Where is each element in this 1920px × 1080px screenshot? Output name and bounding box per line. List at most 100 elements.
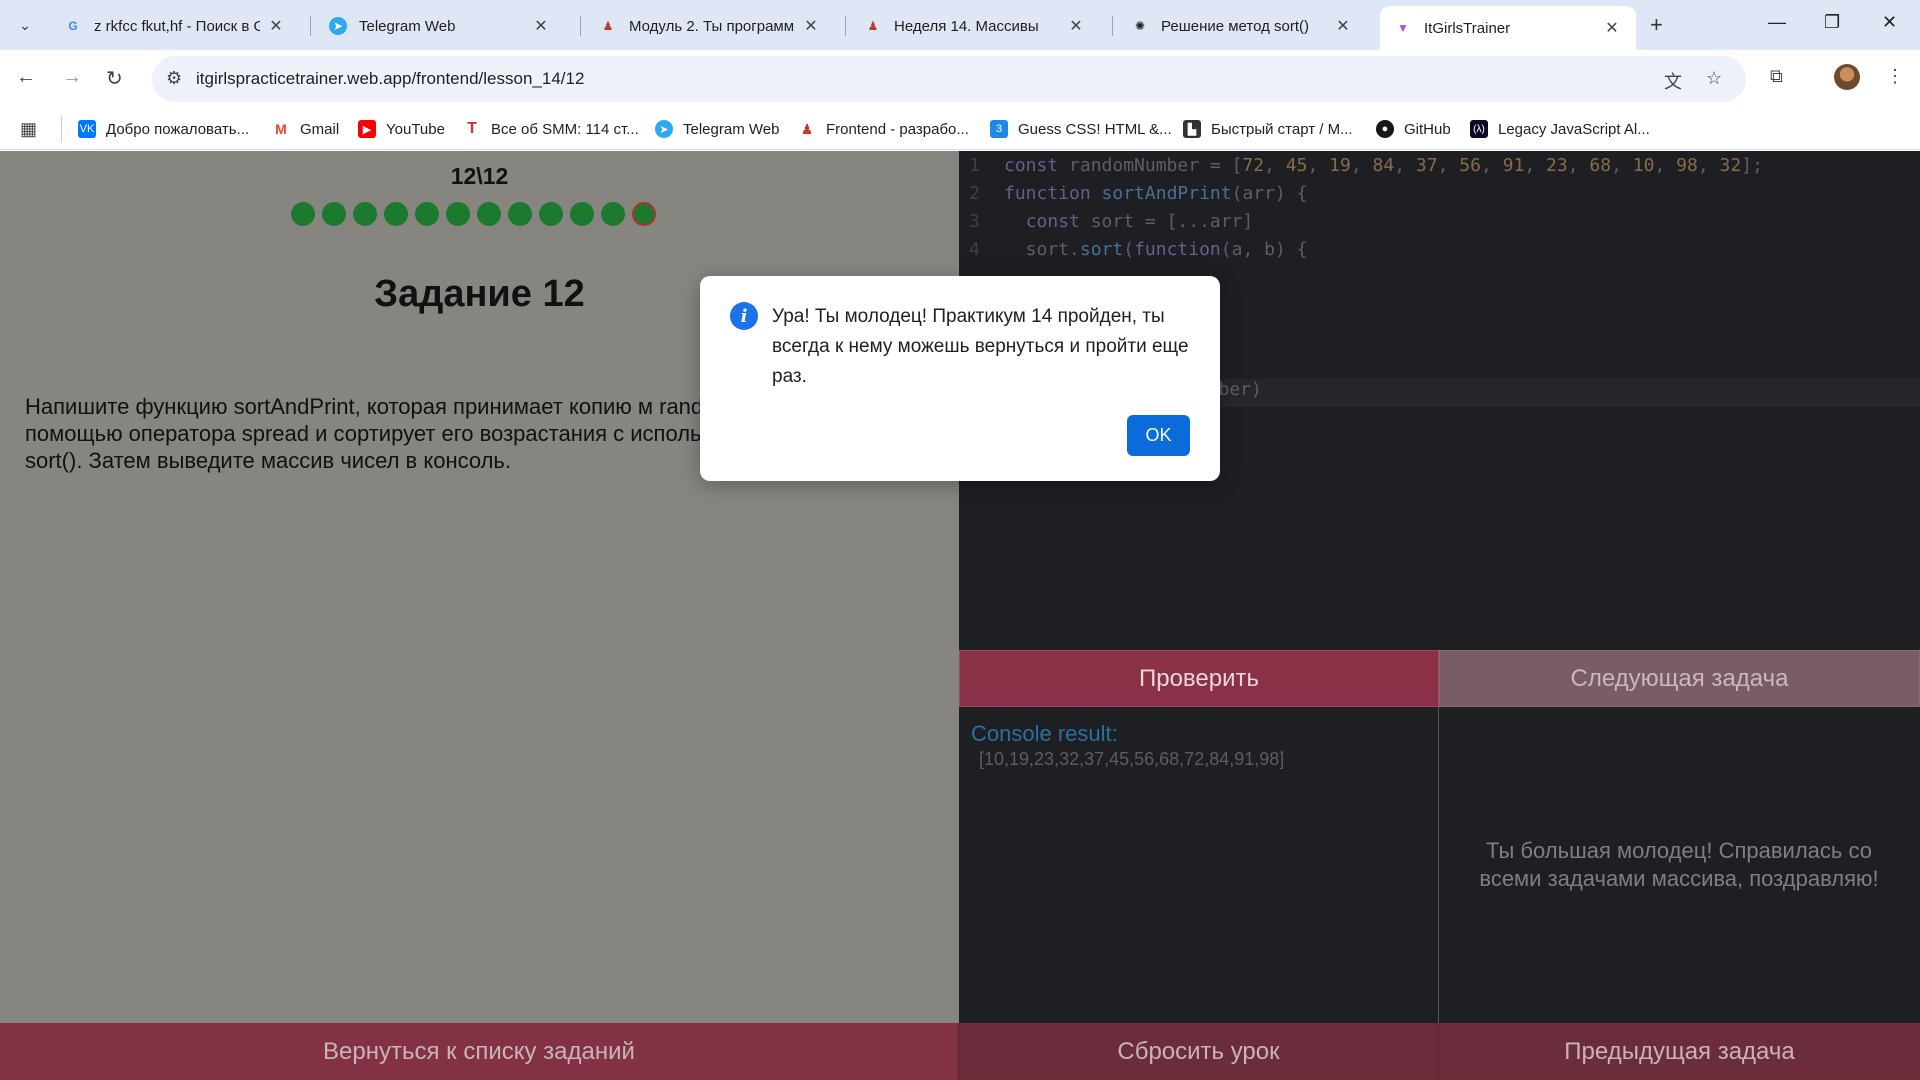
tab-week-14[interactable]: ♟ Неделя 14. Массивы ✕ <box>850 6 1100 46</box>
tab-title: z rkfcc fkut,hf - Поиск в Google <box>94 17 260 35</box>
it-girls-icon: ♟ <box>867 19 879 33</box>
code-text: function sortAndPrint(arr) { <box>1004 183 1308 204</box>
progress-dot[interactable] <box>477 202 501 226</box>
it-girls-icon: ♟ <box>602 19 614 33</box>
dialog-message: Ура! Ты молодец! Практикум 14 пройден, т… <box>772 306 1189 387</box>
bookmark-gmail[interactable]: M Gmail <box>272 116 339 142</box>
tab-itgirlstrainer[interactable]: ▼ ItGirlsTrainer ✕ <box>1380 6 1636 50</box>
url-text[interactable]: itgirlspracticetrainer.web.app/frontend/… <box>196 69 584 89</box>
console-output: [10,19,23,32,37,45,56,68,72,84,91,98] <box>979 749 1285 769</box>
close-icon[interactable]: ✕ <box>531 16 551 36</box>
vk-icon: VK <box>78 120 96 138</box>
tab-title: Telegram Web <box>359 17 456 35</box>
check-button[interactable]: Проверить <box>959 650 1439 707</box>
browser-toolbar: ← → ↻ ⚙ itgirlspracticetrainer.web.app/f… <box>0 50 1920 108</box>
bookmark-label: Все об SMM: 114 ст... <box>491 120 639 138</box>
progress-dot[interactable] <box>601 202 625 226</box>
console-label: Console result: <box>971 721 1118 746</box>
alert-dialog: i Ура! Ты молодец! Практикум 14 пройден,… <box>700 276 1220 481</box>
ok-button[interactable]: OK <box>1127 415 1190 456</box>
site-info-icon[interactable]: ⚙ <box>166 68 182 89</box>
progress-counter: 12\12 <box>450 163 509 189</box>
tab-bar: ⌄ G z rkfcc fkut,hf - Поиск в Google ✕ ➤… <box>0 0 1920 50</box>
telegram-icon: ➤ <box>329 17 347 35</box>
translate-icon[interactable]: 文 <box>1664 68 1682 94</box>
back-to-tasks-button[interactable]: Вернуться к списку заданий <box>0 1023 959 1080</box>
previous-task-button[interactable]: Предыдущая задача <box>1439 1023 1920 1080</box>
bookmark-vk[interactable]: VK Добро пожаловать... <box>78 116 249 142</box>
code-line[interactable]: 2 function sortAndPrint(arr) { <box>959 183 1920 211</box>
progress-dot[interactable] <box>570 202 594 226</box>
progress-dot[interactable] <box>415 202 439 226</box>
avatar[interactable] <box>1834 64 1860 90</box>
bookmark-frontend[interactable]: ♟ Frontend - разрабо... <box>798 116 969 142</box>
code-text: const sort = [...arr] <box>1025 211 1254 232</box>
code-line[interactable]: 3 const sort = [...arr] <box>959 211 1920 239</box>
css-icon: 3 <box>990 120 1008 138</box>
telegram-icon: ➤ <box>655 120 673 138</box>
bookmark-youtube[interactable]: ▶ YouTube <box>358 116 445 142</box>
progress-dot[interactable] <box>384 202 408 226</box>
vite-icon: ▼ <box>1397 21 1409 35</box>
reset-lesson-button[interactable]: Сбросить урок <box>959 1023 1439 1080</box>
bookmark-legacy-js[interactable]: (λ) Legacy JavaScript Al... <box>1470 116 1650 142</box>
restore-button[interactable]: ❐ <box>1824 12 1840 33</box>
progress-dot[interactable] <box>322 202 346 226</box>
bookmark-label: Legacy JavaScript Al... <box>1498 120 1650 138</box>
congrats-panel: Ты большая молодец! Справилась со всеми … <box>1439 707 1920 1023</box>
progress-dot[interactable] <box>353 202 377 226</box>
bookmark-label: Telegram Web <box>683 120 780 138</box>
menu-icon[interactable]: ⋮ <box>1886 66 1904 87</box>
minimize-button[interactable]: — <box>1768 12 1786 33</box>
close-icon[interactable]: ✕ <box>1333 16 1353 36</box>
close-icon[interactable]: ✕ <box>801 16 821 36</box>
fcc-icon: (λ) <box>1470 120 1488 138</box>
openai-icon: ✺ <box>1134 19 1146 33</box>
line-number: 1 <box>969 155 980 176</box>
bookmark-github[interactable]: ● GitHub <box>1376 116 1451 142</box>
extensions-icon[interactable]: ⧉ <box>1770 66 1783 87</box>
close-icon[interactable]: ✕ <box>1602 18 1622 38</box>
close-icon[interactable]: ✕ <box>266 16 286 36</box>
progress-dots <box>291 202 656 228</box>
apps-icon[interactable]: ▦ <box>20 116 37 142</box>
line-number: 3 <box>969 211 980 232</box>
bookmark-guess-css[interactable]: 3 Guess CSS! HTML &... <box>990 116 1172 142</box>
bookmark-smm[interactable]: T Все об SMM: 114 ст... <box>463 116 639 142</box>
close-window-button[interactable]: ✕ <box>1882 12 1897 33</box>
code-text: sort.sort(function(a, b) { <box>1004 239 1308 260</box>
tab-sort-solution[interactable]: ✺ Решение метод sort() ✕ <box>1117 6 1367 46</box>
forward-button[interactable]: → <box>62 66 82 89</box>
it-girls-icon: ♟ <box>798 120 816 138</box>
progress-dot[interactable] <box>539 202 563 226</box>
tab-title: Неделя 14. Массивы <box>894 17 1039 35</box>
new-tab-button[interactable]: + <box>1650 12 1663 38</box>
tab-google-search[interactable]: G z rkfcc fkut,hf - Поиск в Google ✕ <box>50 6 300 46</box>
progress-dot[interactable] <box>508 202 532 226</box>
t-icon: T <box>463 120 481 138</box>
line-number: 2 <box>969 183 980 204</box>
next-task-button[interactable]: Следующая задача <box>1439 650 1920 707</box>
code-line[interactable]: 1 const randomNumber = [72, 45, 19, 84, 3… <box>959 155 1920 183</box>
progress-dot[interactable] <box>291 202 315 226</box>
back-button[interactable]: ← <box>16 66 36 89</box>
progress-dot[interactable] <box>632 202 656 226</box>
tab-telegram[interactable]: ➤ Telegram Web ✕ <box>315 6 565 46</box>
code-line[interactable]: 4 sort.sort(function(a, b) { <box>959 239 1920 267</box>
github-icon: ● <box>1376 120 1394 138</box>
console-panel: Console result: [10,19,23,32,37,45,56,68… <box>959 707 1439 1023</box>
bookmark-label: Guess CSS! HTML &... <box>1018 120 1172 138</box>
close-icon[interactable]: ✕ <box>1066 16 1086 36</box>
bookmark-telegram[interactable]: ➤ Telegram Web <box>655 116 779 142</box>
progress-dot[interactable] <box>446 202 470 226</box>
gmail-icon: M <box>272 120 290 138</box>
bookmark-quickstart[interactable]: ▙ Быстрый старт / М... <box>1183 116 1353 142</box>
address-bar[interactable]: ⚙ itgirlspracticetrainer.web.app/fronten… <box>152 56 1746 102</box>
bookmark-star-icon[interactable]: ☆ <box>1706 68 1722 89</box>
tab-search-button[interactable]: ⌄ <box>10 10 40 40</box>
bookmark-label: Быстрый старт / М... <box>1211 120 1353 138</box>
tab-module-2[interactable]: ♟ Модуль 2. Ты программист ✕ <box>585 6 835 46</box>
code-text: const randomNumber = [72, 45, 19, 84, 37… <box>1004 155 1763 176</box>
reload-button[interactable]: ↻ <box>106 66 123 91</box>
bookmark-label: Gmail <box>300 120 340 138</box>
